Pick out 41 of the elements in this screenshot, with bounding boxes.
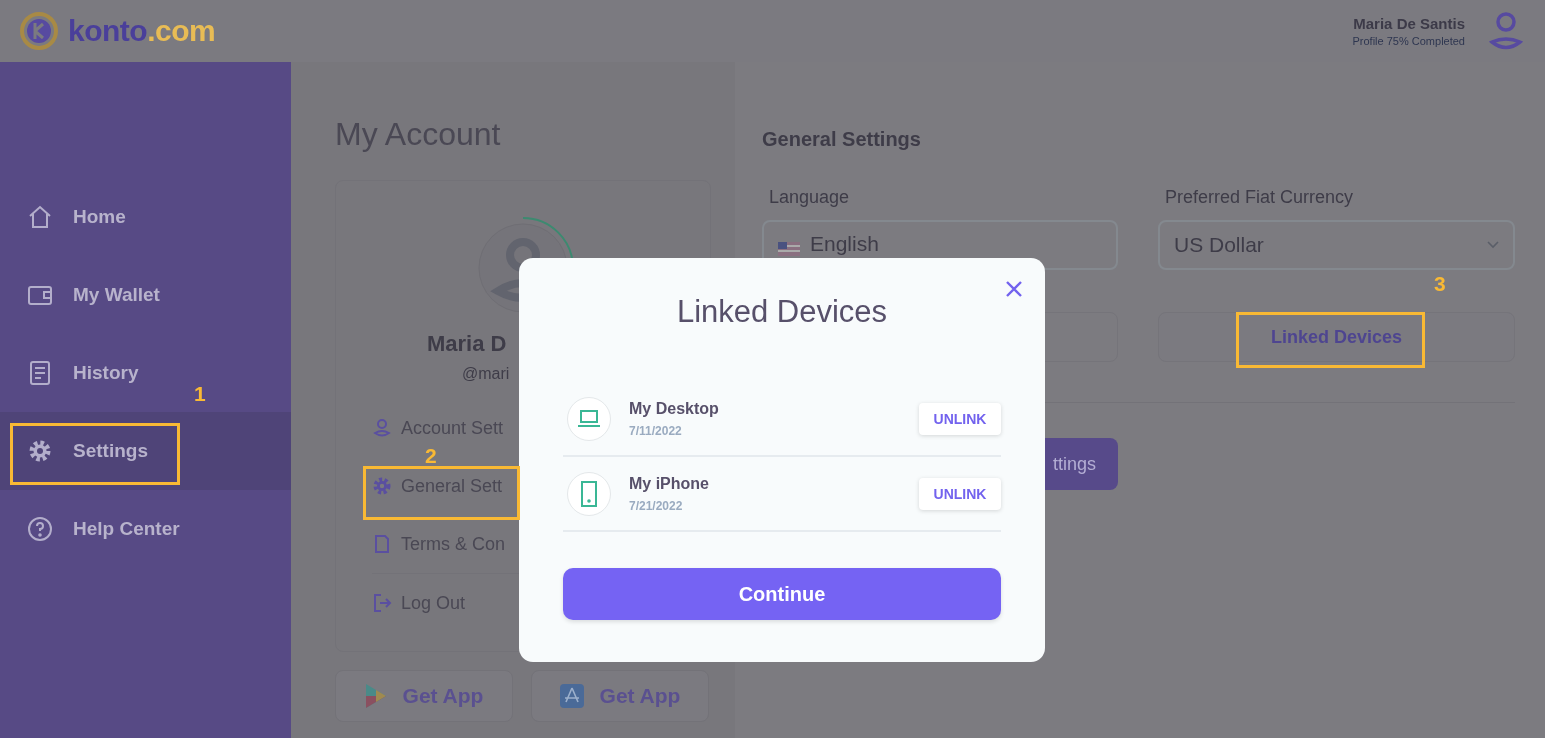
profile-status: Profile 75% Completed <box>1352 35 1465 47</box>
app-store-icon <box>559 684 584 708</box>
logo-icon <box>20 12 58 50</box>
dialog-title: Linked Devices <box>675 294 889 330</box>
close-icon[interactable] <box>1005 280 1023 298</box>
continue-button[interactable]: Continue <box>563 568 1001 620</box>
settings-icon <box>27 438 53 464</box>
document-icon <box>372 534 392 554</box>
user-icon <box>372 418 392 438</box>
field-label: Language <box>768 186 851 209</box>
device-date: 7/21/2022 <box>629 498 684 513</box>
currency-dropdown[interactable]: US Dollar <box>1158 220 1515 270</box>
field-label: Preferred Fiat Currency <box>1164 186 1355 209</box>
phone-icon <box>581 480 597 507</box>
flag-icon <box>778 242 800 256</box>
document-icon <box>27 360 53 386</box>
step-number: 1 <box>194 384 206 403</box>
step-number: 2 <box>425 446 437 465</box>
device-name: My Desktop <box>629 399 720 418</box>
unlink-button[interactable]: UNLINK <box>919 477 1001 510</box>
play-store-icon <box>364 683 387 709</box>
step-number: 3 <box>1434 274 1446 293</box>
device-name: My iPhone <box>629 474 710 493</box>
sidebar-item[interactable]: Settings <box>0 412 291 490</box>
sidebar-item[interactable]: Home <box>0 178 136 256</box>
settings-icon <box>372 476 392 496</box>
logout-icon <box>372 593 392 613</box>
section-title: General Settings <box>762 127 922 152</box>
home-icon <box>27 204 53 230</box>
unlink-button[interactable]: UNLINK <box>919 402 1001 435</box>
logo-text: konto.com <box>68 14 216 48</box>
profile-handle: @mari <box>462 365 511 383</box>
profile-name: Maria D <box>427 331 508 357</box>
sidebar-item[interactable]: My Wallet <box>0 256 170 334</box>
device-date: 7/11/2022 <box>629 423 683 438</box>
sidebar-item[interactable]: Help Center <box>0 490 190 568</box>
help-icon <box>27 516 53 542</box>
sidebar-item[interactable]: History <box>0 334 149 412</box>
chevron-icon <box>1487 241 1499 249</box>
laptop-icon <box>577 408 601 429</box>
user-name: Maria De Santis <box>1352 15 1465 32</box>
